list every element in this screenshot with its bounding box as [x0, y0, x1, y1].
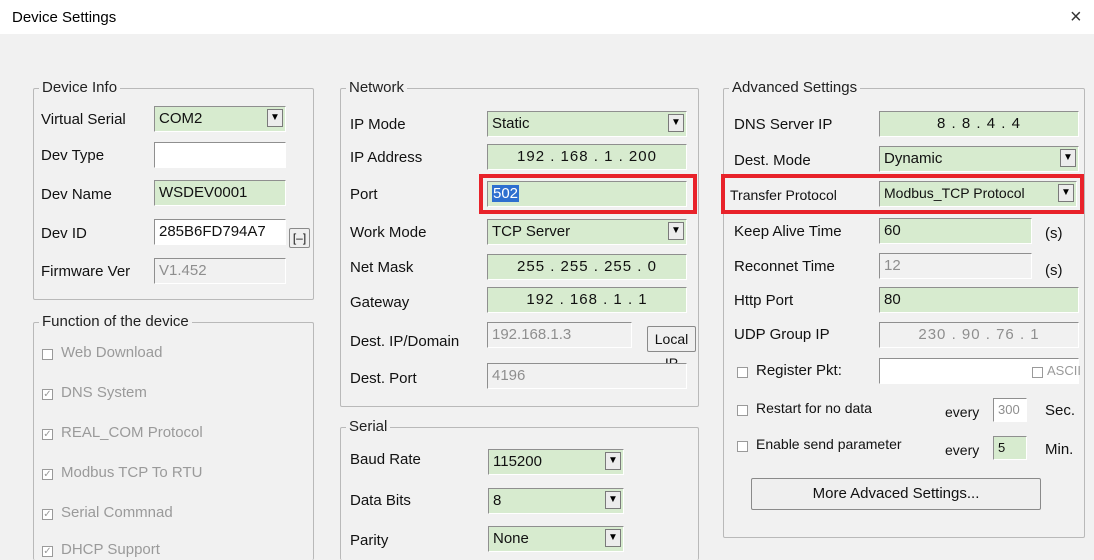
dest-mode-value: Dynamic: [884, 150, 943, 167]
firmware-field: V1.452: [154, 258, 286, 284]
modbus-rtu-label: Modbus TCP To RTU: [61, 464, 203, 481]
dest-port-field[interactable]: 4196: [487, 363, 687, 389]
ip-mode-label: IP Mode: [350, 116, 406, 133]
udp-group-label: UDP Group IP: [734, 326, 830, 343]
chevron-down-icon[interactable]: ▼: [668, 222, 684, 240]
enable-send-checkbox[interactable]: [737, 441, 748, 452]
modbus-rtu-checkbox[interactable]: ✓: [42, 469, 53, 480]
dev-id-button[interactable]: [–]: [289, 228, 310, 248]
parity-value: None: [493, 530, 529, 547]
real-com-checkbox[interactable]: ✓: [42, 429, 53, 440]
dev-id-label: Dev ID: [41, 225, 87, 242]
keep-alive-label: Keep Alive Time: [734, 223, 842, 240]
enable-every-label: every: [945, 442, 980, 458]
serial-command-checkbox[interactable]: ✓: [42, 509, 53, 520]
dev-type-field[interactable]: [154, 142, 286, 168]
ip-address-field[interactable]: 192 . 168 . 1 . 200: [487, 144, 687, 170]
keep-alive-unit: (s): [1045, 225, 1063, 242]
dev-type-label: Dev Type: [41, 147, 105, 164]
enable-value-field[interactable]: 5: [993, 436, 1027, 460]
more-advanced-settings-button[interactable]: More Advaced Settings...: [751, 478, 1041, 510]
dns-system-label: DNS System: [61, 384, 147, 401]
dest-mode-select[interactable]: Dynamic ▼: [879, 146, 1079, 172]
http-port-field[interactable]: 80: [879, 287, 1079, 313]
serial-title: Serial: [346, 418, 391, 435]
gateway-field[interactable]: 192 . 168 . 1 . 1: [487, 287, 687, 313]
port-label: Port: [350, 186, 378, 203]
port-highlight: [479, 174, 697, 214]
chevron-down-icon[interactable]: ▼: [605, 491, 621, 509]
data-bits-select[interactable]: 8 ▼: [488, 488, 624, 514]
baud-rate-value: 115200: [493, 453, 542, 470]
web-download-checkbox[interactable]: [42, 349, 53, 360]
restart-label: Restart for no data: [756, 400, 872, 416]
restart-unit: Sec.: [1045, 402, 1076, 419]
protocol-highlight: [721, 174, 1084, 214]
udp-group-field[interactable]: 230 . 90 . 76 . 1: [879, 322, 1079, 348]
function-title: Function of the device: [39, 313, 192, 330]
web-download-label: Web Download: [61, 344, 163, 361]
restart-value-field[interactable]: 300: [993, 398, 1027, 422]
serial-command-label: Serial Commnad: [61, 504, 173, 521]
enable-unit: Min.: [1045, 441, 1074, 458]
http-port-label: Http Port: [734, 292, 794, 309]
window-title: Device Settings: [12, 9, 117, 26]
network-title: Network: [346, 79, 408, 96]
close-icon[interactable]: ×: [1070, 6, 1082, 29]
dest-port-label: Dest. Port: [350, 370, 417, 387]
net-mask-field[interactable]: 255 . 255 . 255 . 0: [487, 254, 687, 280]
chevron-down-icon[interactable]: ▼: [605, 452, 621, 470]
ip-mode-value: Static: [492, 115, 530, 132]
reconnect-field[interactable]: 12: [879, 253, 1032, 279]
restart-every-label: every: [945, 404, 980, 420]
work-mode-label: Work Mode: [350, 224, 427, 241]
chevron-down-icon[interactable]: ▼: [668, 114, 684, 132]
virtual-serial-label: Virtual Serial: [41, 111, 126, 128]
enable-send-label: Enable send parameter: [756, 436, 902, 452]
parity-label: Parity: [350, 532, 389, 549]
net-mask-label: Net Mask: [350, 259, 414, 276]
dhcp-checkbox[interactable]: ✓: [42, 546, 53, 557]
restart-checkbox[interactable]: [737, 405, 748, 416]
dev-id-field[interactable]: 285B6FD794A7: [154, 219, 286, 245]
dns-server-label: DNS Server IP: [734, 116, 833, 133]
chevron-down-icon[interactable]: ▼: [605, 529, 621, 547]
ip-mode-select[interactable]: Static ▼: [487, 111, 687, 137]
dns-system-checkbox[interactable]: ✓: [42, 389, 53, 400]
title-bar: [0, 0, 1094, 34]
register-pkt-checkbox[interactable]: [737, 367, 748, 378]
firmware-label: Firmware Ver: [41, 263, 131, 280]
dest-ip-label: Dest. IP/Domain: [350, 333, 460, 350]
ip-address-label: IP Address: [350, 149, 423, 166]
data-bits-value: 8: [493, 492, 502, 509]
ascii-checkbox[interactable]: [1032, 367, 1043, 378]
dns-server-field[interactable]: 8 . 8 . 4 . 4: [879, 111, 1079, 137]
work-mode-value: TCP Server: [492, 223, 571, 240]
real-com-label: REAL_COM Protocol: [61, 424, 203, 441]
register-pkt-label: Register Pkt:: [756, 362, 842, 379]
ascii-label: ASCII: [1047, 363, 1081, 378]
data-bits-label: Data Bits: [350, 492, 411, 509]
baud-rate-label: Baud Rate: [350, 451, 421, 468]
dest-ip-field[interactable]: 192.168.1.3: [487, 322, 632, 348]
work-mode-select[interactable]: TCP Server ▼: [487, 219, 687, 245]
baud-rate-select[interactable]: 115200 ▼: [488, 449, 624, 475]
dev-name-field[interactable]: WSDEV0001: [154, 180, 286, 206]
virtual-serial-select[interactable]: COM2 ▼: [154, 106, 286, 132]
chevron-down-icon[interactable]: ▼: [1060, 149, 1076, 167]
dev-name-label: Dev Name: [41, 186, 112, 203]
parity-select[interactable]: None ▼: [488, 526, 624, 552]
local-ip-button[interactable]: Local IP: [647, 326, 696, 371]
gateway-label: Gateway: [350, 294, 410, 311]
chevron-down-icon[interactable]: ▼: [267, 109, 283, 127]
dest-mode-label: Dest. Mode: [734, 152, 811, 169]
reconnect-label: Reconnet Time: [734, 258, 835, 275]
reconnect-unit: (s): [1045, 262, 1063, 279]
advanced-title: Advanced Settings: [729, 79, 861, 96]
virtual-serial-value: COM2: [159, 110, 203, 127]
keep-alive-field[interactable]: 60: [879, 218, 1032, 244]
dhcp-label: DHCP Support: [61, 541, 160, 558]
device-info-title: Device Info: [39, 79, 121, 96]
